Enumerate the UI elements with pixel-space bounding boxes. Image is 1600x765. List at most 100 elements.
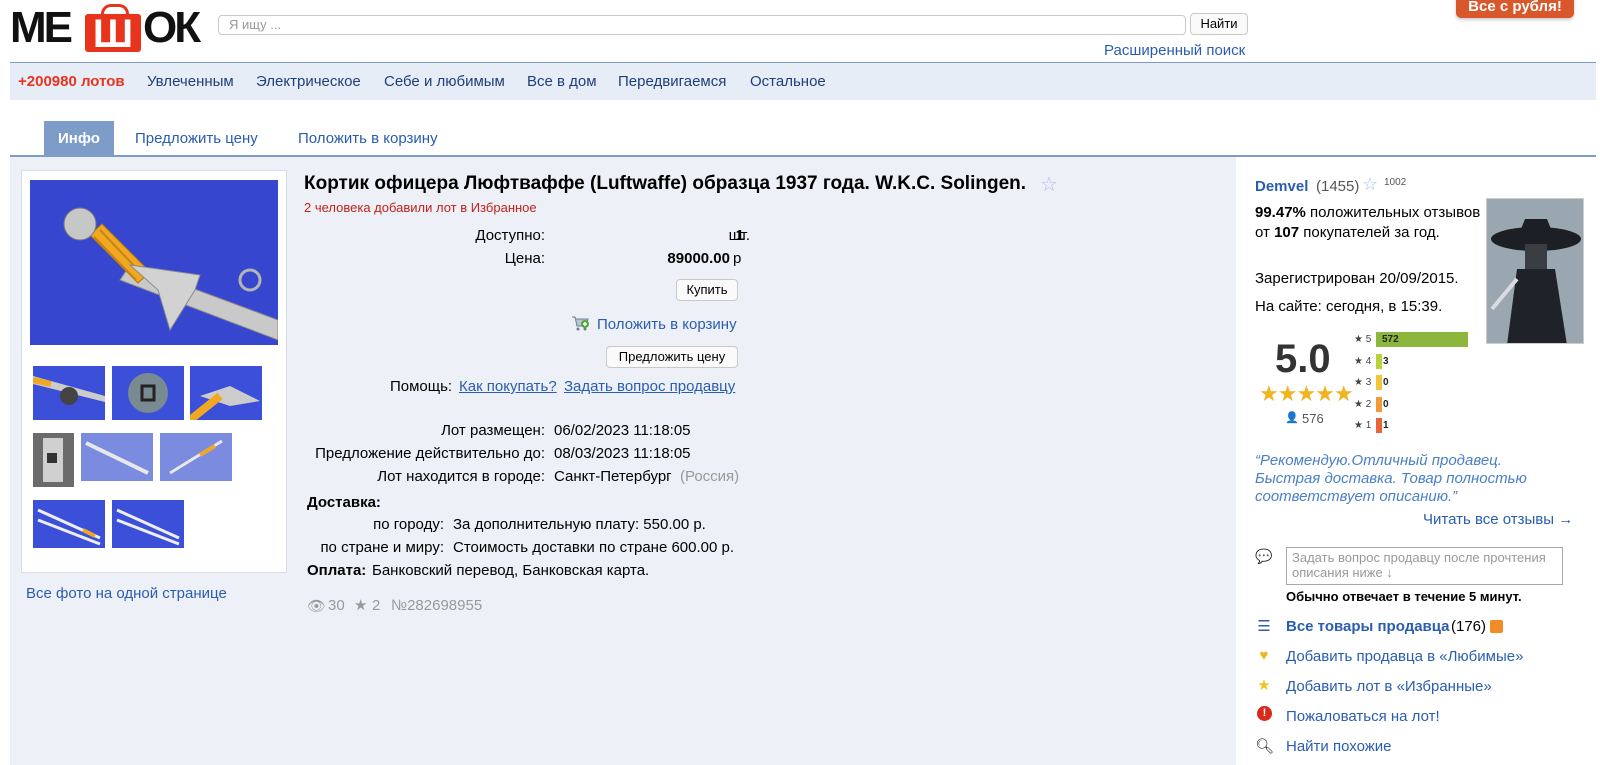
how-to-buy-link[interactable]: Как покупать? [459, 378, 557, 395]
positive-text-3: покупателей за [1303, 224, 1410, 241]
main-photo[interactable] [30, 180, 278, 345]
advanced-search-link[interactable]: Расширенный поиск [1104, 42, 1245, 59]
seller-feedback-summary: 99.47% положительных отзывов от 107 поку… [1255, 203, 1485, 243]
favorite-star-icon[interactable]: ☆ [1040, 172, 1058, 197]
seller-review-quote: “Рекомендую.Отличный продавец. Быстрая д… [1255, 452, 1527, 505]
available-label: Доступно: [475, 227, 545, 244]
logo-bag: Ш [85, 4, 141, 56]
rating-row-count: 572 [1382, 334, 1399, 345]
seller-avatar[interactable] [1486, 198, 1584, 344]
favorites-note: 2 человека добавили лот в Избранное [304, 200, 537, 215]
seller-name-link[interactable]: Demvel [1255, 178, 1308, 195]
all-seller-items-link[interactable]: Все товары продавца [1286, 618, 1450, 635]
price-label: Цена: [504, 250, 545, 267]
rss-icon[interactable] [1490, 620, 1503, 633]
thumbnail-7[interactable] [33, 500, 105, 548]
search-input[interactable]: Я ищу ... [218, 15, 1186, 35]
buy-button[interactable]: Купить [676, 279, 738, 301]
thumbnail-4[interactable] [33, 433, 74, 487]
ask-seller-link[interactable]: Задать вопрос продавцу [564, 378, 735, 395]
available-unit: шт. [728, 227, 750, 244]
valid-until-label: Предложение действительно до: [315, 445, 545, 462]
read-all-reviews-link[interactable]: Читать все отзывы → [1423, 511, 1573, 528]
ask-seller-input[interactable]: Задать вопрос продавцу после прочтения о… [1286, 547, 1563, 585]
rating-row-label: ★ 3 [1354, 377, 1372, 388]
reviewers-icon: 👤 [1285, 412, 1299, 424]
tab-info[interactable]: Инфо [44, 121, 114, 156]
payment-label: Оплата: [307, 562, 367, 579]
logo-text-right: ОК [143, 3, 201, 52]
placed-value: 06/02/2023 11:18:05 [554, 422, 691, 439]
delivery-city-label: по городу: [373, 516, 444, 533]
seller-online: На сайте: сегодня, в 15:39. [1255, 298, 1443, 315]
add-to-cart-link[interactable]: Положить в корзину [597, 316, 737, 333]
rating-bar [1376, 396, 1382, 412]
seller-star-count: 1002 [1384, 177, 1407, 188]
reply-time-note: Обычно отвечает в течение 5 минут. [1286, 589, 1522, 604]
category-home[interactable]: Все в дом [527, 73, 597, 90]
category-self[interactable]: Себе и любимым [384, 73, 505, 90]
seller-star-icon: ☆ [1362, 174, 1379, 194]
rating-bar [1376, 375, 1382, 390]
views-count: 30 [328, 597, 345, 614]
category-transport[interactable]: Передвигаемся [618, 73, 726, 90]
stars-count: 2 [372, 597, 381, 614]
lot-number: №282698955 [391, 597, 483, 614]
city-label: Лот находится в городе: [377, 468, 545, 485]
seller-review-count: (1455) [1316, 178, 1360, 195]
positive-text-4: год. [1413, 224, 1440, 241]
positive-pct: 99.47% [1255, 204, 1306, 221]
rating-row-count: 1 [1383, 420, 1389, 431]
all-photos-link[interactable]: Все фото на одной странице [26, 585, 227, 602]
thumbnail-2[interactable] [112, 366, 184, 420]
star-count-icon: ★ [354, 597, 368, 614]
delivery-world-value: Стоимость доставки по стране 600.00 р. [453, 539, 735, 556]
country-value: (Россия) [680, 468, 740, 485]
rating-stars-icon: ★★★★★ [1259, 381, 1354, 406]
heart-icon: ♥ [1259, 647, 1269, 664]
help-label: Помощь: [390, 378, 453, 395]
lot-title: Кортик офицера Люфтваффе (Luftwaffe) обр… [304, 173, 1027, 194]
delivery-world-label: по стране и миру: [320, 539, 444, 556]
add-favorite-lot-link[interactable]: Добавить лот в «Избранные» [1286, 678, 1492, 695]
logo-text-left: МЕ [10, 3, 73, 52]
reviewers-count: 576 [1302, 411, 1324, 426]
views-icon: 👁 [307, 598, 327, 615]
rating-bar [1376, 353, 1382, 369]
thumbnail-3[interactable] [190, 366, 262, 420]
thumbnail-8[interactable] [112, 500, 184, 548]
tab-offer-price[interactable]: Предложить цену [135, 121, 258, 156]
speech-bubble-icon: 💬 [1255, 548, 1273, 564]
report-lot-link[interactable]: Пожаловаться на лот! [1286, 708, 1440, 725]
all-items-count: (176) [1451, 618, 1487, 635]
price-unit: р [733, 250, 742, 267]
payment-value: Банковский перевод, Банковская карта. [372, 562, 650, 579]
valid-until-value: 08/03/2023 11:18:05 [554, 445, 691, 462]
positive-text-1: положительных [1310, 204, 1420, 221]
search-button[interactable]: Найти [1190, 13, 1248, 35]
search-icon: 🔍︎ [1255, 738, 1275, 755]
seller-rating: 5.0 [1275, 337, 1331, 381]
thumbnail-1[interactable] [33, 366, 105, 420]
site-logo[interactable]: МЕ Ш ОК [10, 3, 202, 57]
tab-add-to-cart[interactable]: Положить в корзину [298, 121, 438, 156]
find-similar-link[interactable]: Найти похожие [1286, 738, 1392, 755]
star-icon: ★ [1257, 677, 1271, 694]
lots-count-link[interactable]: +200980 лотов [18, 73, 125, 90]
rating-row-count: 0 [1383, 398, 1389, 410]
thumbnail-5[interactable] [81, 433, 153, 481]
category-other[interactable]: Остальное [750, 73, 826, 90]
delivery-label: Доставка: [307, 494, 381, 511]
seller-registered: Зарегистрирован 20/09/2015. [1255, 270, 1459, 287]
rating-row-label: ★ 4 [1354, 355, 1372, 367]
placed-label: Лот размещен: [441, 422, 545, 439]
category-electric[interactable]: Электрическое [256, 73, 361, 90]
category-hobby[interactable]: Увлеченным [147, 73, 234, 90]
delivery-city-value: За дополнительную плату: 550.00 р. [453, 516, 706, 533]
add-favorite-seller-link[interactable]: Добавить продавца в «Любимые» [1286, 648, 1523, 665]
price-value: 89000.00 [667, 250, 730, 267]
category-bar: +200980 лотов Увлеченным Электрическое С… [10, 62, 1596, 100]
thumbnail-6[interactable] [160, 433, 232, 481]
offer-price-button[interactable]: Предложить цену [606, 346, 738, 368]
promo-badge[interactable]: Все с рубля! [1456, 0, 1574, 18]
